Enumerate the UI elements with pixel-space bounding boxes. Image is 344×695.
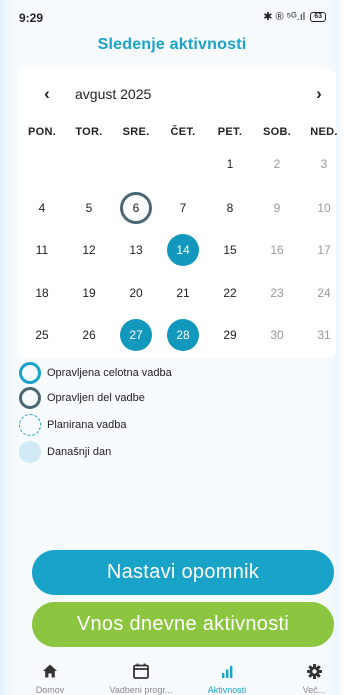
legend-swatch <box>19 414 41 436</box>
calendar-day[interactable]: 27 <box>120 319 152 351</box>
calendar-day[interactable]: 10 <box>308 192 340 224</box>
calendar-card: ‹ avgust 2025 › PON. TOR. SRE. ČET. PET. SOB.… <box>17 68 337 358</box>
month-label: avgust 2025 <box>75 86 152 102</box>
calendar-day[interactable]: 11 <box>26 234 58 266</box>
weekday-label: SRE. <box>122 126 150 138</box>
status-time: 9:29 <box>19 11 44 25</box>
weekday-label: SOB. <box>262 126 292 138</box>
status-icons: ✱ ® ⁵ᴳ.ıl 63 <box>263 10 326 23</box>
calendar-day[interactable]: 7 <box>167 192 199 224</box>
battery-icon: 63 <box>310 11 326 22</box>
chevron-left-icon[interactable]: ‹ <box>35 82 59 106</box>
calendar-day[interactable]: 16 <box>261 234 293 266</box>
tab-label: Več... <box>302 685 326 695</box>
legend-item: Opravljena celotna vadba <box>19 362 279 384</box>
calendar-day[interactable]: 20 <box>120 277 152 309</box>
tab-label: Aktivnosti <box>207 685 247 695</box>
page-title: Sledenje aktivnosti <box>97 36 247 53</box>
calendar-day[interactable]: 4 <box>26 192 58 224</box>
legend-swatch <box>19 441 41 463</box>
calendar-day[interactable]: 19 <box>73 277 105 309</box>
weekday-header: PON. TOR. SRE. ČET. PET. SOB. NED. <box>17 126 337 140</box>
set-reminder-button[interactable]: Nastavi opomnik <box>32 550 334 595</box>
calendar-day[interactable]: 23 <box>261 277 293 309</box>
bottom-tab-bar: Domov Vadbeni progr... Aktivnosti Več... <box>14 660 344 695</box>
tab-home[interactable]: Domov <box>5 660 95 695</box>
calendar-day[interactable]: 26 <box>73 319 105 351</box>
month-nav: ‹ avgust 2025 › <box>17 82 336 106</box>
gear-icon <box>306 660 323 682</box>
legend-swatch <box>19 362 41 384</box>
calendar-day[interactable]: 8 <box>214 192 246 224</box>
calendar-day[interactable]: 5 <box>73 192 105 224</box>
calendar-day[interactable]: 31 <box>308 319 340 351</box>
calendar-day[interactable]: 21 <box>167 277 199 309</box>
home-icon <box>42 660 58 682</box>
calendar-day[interactable]: 30 <box>261 319 293 351</box>
weekday-label: PON. <box>27 126 57 138</box>
legend-label: Opravljen del vadbe <box>47 392 145 404</box>
weekday-label: TOR. <box>75 126 103 138</box>
calendar-day[interactable]: 29 <box>214 319 246 351</box>
calendar-day[interactable]: 14 <box>167 234 199 266</box>
calendar-day[interactable]: 6 <box>120 192 152 224</box>
legend-item: Današnji dan <box>19 441 279 463</box>
tab-gear[interactable]: Več... <box>269 660 344 695</box>
calendar-day[interactable]: 22 <box>214 277 246 309</box>
calendar-day[interactable]: 17 <box>308 234 340 266</box>
tab-calendar[interactable]: Vadbeni progr... <box>96 660 186 695</box>
weekday-label: PET. <box>217 126 243 138</box>
calendar-day[interactable]: 3 <box>308 148 340 180</box>
calendar-day[interactable]: 9 <box>261 192 293 224</box>
calendar-day[interactable]: 15 <box>214 234 246 266</box>
calendar-day[interactable]: 13 <box>120 234 152 266</box>
daily-activity-entry-button[interactable]: Vnos dnevne aktivnosti <box>32 602 334 647</box>
calendar-day[interactable]: 12 <box>73 234 105 266</box>
calendar-day[interactable]: 24 <box>308 277 340 309</box>
calendar-icon <box>132 660 150 682</box>
chevron-right-icon[interactable]: › <box>307 82 331 106</box>
calendar-day[interactable]: 28 <box>167 319 199 351</box>
calendar-day[interactable]: 18 <box>26 277 58 309</box>
legend-label: Planirana vadba <box>47 419 127 431</box>
legend-label: Opravljena celotna vadba <box>47 367 172 379</box>
tab-label: Vadbeni progr... <box>109 685 173 695</box>
legend-item: Opravljen del vadbe <box>19 387 279 409</box>
bar-chart-icon <box>219 660 235 682</box>
legend-item: Planirana vadba <box>19 414 279 436</box>
status-bar: 9:29 ✱ ® ⁵ᴳ.ıl 63 <box>0 0 344 30</box>
calendar-day[interactable]: 1 <box>214 148 246 180</box>
calendar-day[interactable]: 25 <box>26 319 58 351</box>
tab-label: Domov <box>35 685 65 695</box>
weekday-label: NED. <box>310 126 338 138</box>
calendar-day[interactable]: 2 <box>261 148 293 180</box>
tab-bar-chart[interactable]: Aktivnosti <box>182 660 272 695</box>
weekday-label: ČET. <box>170 126 196 138</box>
signal-icons: ✱ ® ⁵ᴳ.ıl <box>263 11 306 23</box>
legend-label: Današnji dan <box>47 446 112 458</box>
legend-swatch <box>19 387 41 409</box>
